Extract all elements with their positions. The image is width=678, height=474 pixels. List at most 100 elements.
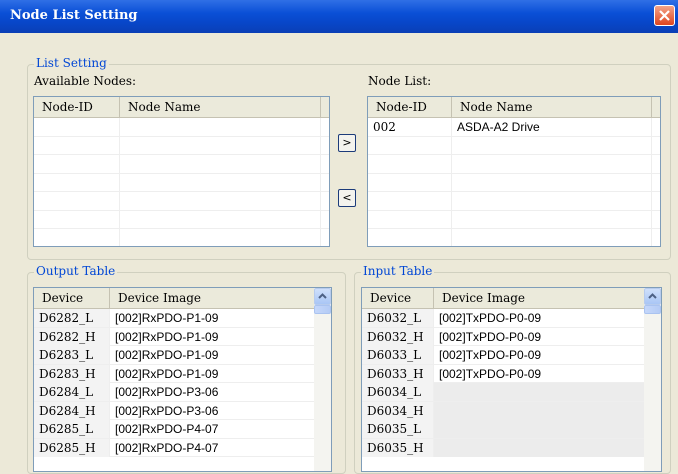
table-cell: D6285_H <box>34 438 110 457</box>
table-row[interactable]: D6285_L [002]RxPDO-P4-07 <box>34 420 315 439</box>
table-cell: [002]RxPDO-P1-09 <box>110 309 315 327</box>
node-list-rows: 002 ASDA-A2 Drive <box>368 118 660 246</box>
remove-node-button[interactable]: < <box>338 189 356 207</box>
table-row[interactable] <box>34 155 329 174</box>
table-row[interactable] <box>34 192 329 211</box>
table-row[interactable]: D6282_H [002]RxPDO-P1-09 <box>34 327 315 346</box>
table-cell: D6035_L <box>362 420 434 438</box>
column-header-device-image[interactable]: Device Image <box>110 288 315 308</box>
table-row[interactable] <box>368 173 660 192</box>
column-header-node-id[interactable]: Node-ID <box>34 97 120 117</box>
table-row[interactable]: D6032_H [002]TxPDO-P0-09 <box>362 327 646 346</box>
table-row[interactable]: D6035_L <box>362 420 646 439</box>
table-cell: D6282_L <box>34 309 110 327</box>
table-row[interactable]: D6285_H [002]RxPDO-P4-07 <box>34 438 315 457</box>
table-cell <box>368 229 452 246</box>
column-header-device[interactable]: Device <box>34 288 110 308</box>
table-row[interactable]: D6035_H <box>362 438 646 457</box>
available-nodes-grid[interactable]: Node-ID Node Name <box>33 96 330 247</box>
add-node-button[interactable]: > <box>338 134 356 152</box>
table-cell <box>452 173 652 192</box>
table-cell: D6033_H <box>362 364 434 383</box>
table-cell: [002]TxPDO-P0-09 <box>434 327 646 346</box>
table-row[interactable] <box>34 136 329 155</box>
table-row[interactable]: D6034_L <box>362 383 646 402</box>
output-table-header: Device Device Image <box>34 288 331 309</box>
table-cell: 002 <box>368 118 452 136</box>
table-row[interactable] <box>34 173 329 192</box>
table-cell <box>368 136 452 155</box>
input-table-scrollbar[interactable] <box>644 288 661 471</box>
table-row[interactable]: 002 ASDA-A2 Drive <box>368 118 660 137</box>
input-table-rows: D6032_L [002]TxPDO-P0-09 D6032_H [002]TxPDO… <box>362 309 646 457</box>
table-cell <box>434 438 646 457</box>
table-row[interactable] <box>368 192 660 211</box>
node-list-header: Node-ID Node Name <box>368 97 660 118</box>
node-list-grid[interactable]: Node-ID Node Name 002 ASDA-A2 Drive <box>367 96 661 247</box>
column-header-node-name[interactable]: Node Name <box>452 97 652 117</box>
table-row[interactable] <box>34 229 329 246</box>
table-row[interactable] <box>34 118 329 137</box>
table-row[interactable]: D6033_H [002]TxPDO-P0-09 <box>362 364 646 383</box>
column-header-node-name[interactable]: Node Name <box>120 97 321 117</box>
table-cell: [002]RxPDO-P1-09 <box>110 346 315 364</box>
table-cell <box>434 383 646 401</box>
output-table-scrollbar[interactable] <box>314 288 331 471</box>
table-cell: D6034_H <box>362 401 434 420</box>
table-row[interactable]: D6284_L [002]RxPDO-P3-06 <box>34 383 315 402</box>
table-cell: D6284_H <box>34 401 110 420</box>
table-cell <box>120 136 321 155</box>
table-cell <box>368 173 452 192</box>
scroll-thumb[interactable] <box>314 305 331 314</box>
table-cell <box>34 192 120 210</box>
table-row[interactable]: D6033_L [002]TxPDO-P0-09 <box>362 346 646 365</box>
table-cell <box>452 229 652 246</box>
table-cell <box>434 401 646 420</box>
table-cell <box>368 192 452 210</box>
input-table-label: Input Table <box>361 264 435 278</box>
scroll-thumb[interactable] <box>644 305 661 314</box>
table-row[interactable]: D6282_L [002]RxPDO-P1-09 <box>34 309 315 328</box>
table-row[interactable]: D6284_H [002]RxPDO-P3-06 <box>34 401 315 420</box>
table-cell: [002]TxPDO-P0-09 <box>434 309 646 327</box>
column-header-node-id[interactable]: Node-ID <box>368 97 452 117</box>
output-table-grid[interactable]: Device Device Image D6282_L [002]RxPDO-P1… <box>33 287 332 472</box>
scroll-up-button[interactable] <box>314 288 331 305</box>
table-row[interactable]: D6283_L [002]RxPDO-P1-09 <box>34 346 315 365</box>
table-row[interactable]: D6034_H <box>362 401 646 420</box>
output-table-label: Output Table <box>34 264 118 278</box>
table-row[interactable]: D6283_H [002]RxPDO-P1-09 <box>34 364 315 383</box>
column-header-device-image[interactable]: Device Image <box>434 288 646 308</box>
close-button[interactable] <box>654 5 675 26</box>
table-cell: D6033_L <box>362 346 434 364</box>
title-bar: Node List Setting <box>0 0 678 33</box>
table-cell: [002]RxPDO-P3-06 <box>110 383 315 401</box>
table-row[interactable]: D6032_L [002]TxPDO-P0-09 <box>362 309 646 328</box>
scroll-up-button[interactable] <box>644 288 661 305</box>
input-table-grid[interactable]: Device Device Image D6032_L [002]TxPDO-P0… <box>361 287 662 472</box>
column-header-device[interactable]: Device <box>362 288 434 308</box>
table-row[interactable] <box>368 229 660 246</box>
table-cell: D6285_L <box>34 420 110 438</box>
table-cell: [002]RxPDO-P4-07 <box>110 420 315 438</box>
node-list-label: Node List: <box>368 74 432 88</box>
table-cell: D6284_L <box>34 383 110 401</box>
table-cell: ASDA-A2 Drive <box>452 118 652 136</box>
available-nodes-header: Node-ID Node Name <box>34 97 329 118</box>
table-cell <box>34 136 120 155</box>
output-table-rows: D6282_L [002]RxPDO-P1-09 D6282_H [002]RxPDO… <box>34 309 315 457</box>
table-cell <box>120 229 321 246</box>
table-cell <box>368 155 452 173</box>
table-cell: D6034_L <box>362 383 434 401</box>
table-cell <box>34 155 120 173</box>
table-row[interactable] <box>368 155 660 174</box>
table-cell <box>34 229 120 246</box>
table-row[interactable] <box>34 210 329 229</box>
table-cell <box>452 155 652 173</box>
table-cell <box>120 210 321 229</box>
table-cell: [002]RxPDO-P1-09 <box>110 327 315 346</box>
close-icon <box>659 10 670 21</box>
table-row[interactable] <box>368 210 660 229</box>
window-title: Node List Setting <box>10 8 138 23</box>
table-row[interactable] <box>368 136 660 155</box>
